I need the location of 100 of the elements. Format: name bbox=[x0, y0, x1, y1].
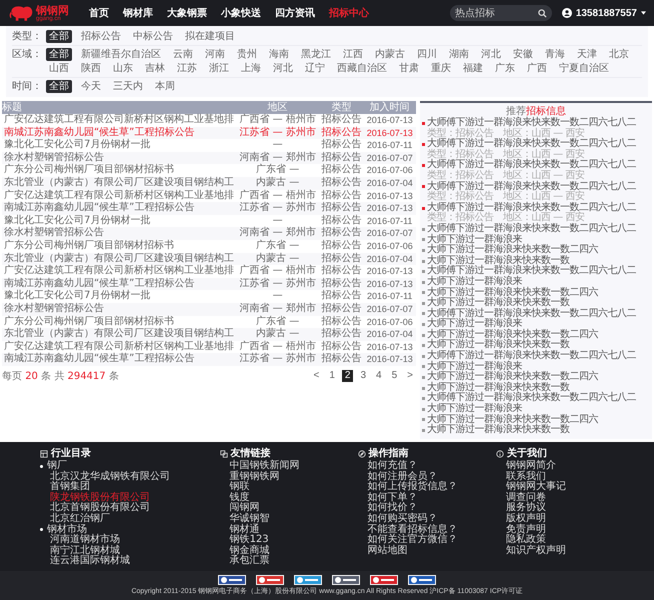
filter-option[interactable]: 福建 bbox=[460, 62, 486, 75]
certificate-icon[interactable] bbox=[256, 575, 284, 585]
footer-link[interactable]: 重钢钢铁网 bbox=[220, 472, 358, 482]
filter-option[interactable]: 广东 bbox=[492, 62, 518, 75]
recommendation-link[interactable]: 大师傅下游过一群海浪来快来数一数二四六七八二 bbox=[427, 118, 636, 129]
footer-link[interactable]: 华诚钢智 bbox=[220, 514, 358, 525]
caret-icon[interactable] bbox=[641, 11, 646, 15]
recommendation-link[interactable]: 大师傅下游过一群海浪来快来数一数二四六七八二 bbox=[427, 139, 636, 150]
certificate-icon[interactable] bbox=[370, 575, 398, 585]
tender-link[interactable]: 南城江苏南鑫幼儿园“候生草”工程招标公告 bbox=[4, 353, 194, 364]
filter-option[interactable]: 河南 bbox=[202, 48, 228, 61]
search-field[interactable]: 热点招标 bbox=[450, 5, 552, 21]
tender-link[interactable]: 广安亿达建筑工程有限公司新桥村区钢构工业基地排 bbox=[4, 114, 234, 125]
footer-link[interactable]: 中国钢铁新闻网 bbox=[220, 461, 358, 472]
recommendation-link[interactable]: 大师下游过一群海浪来快来数一数二四六 bbox=[427, 245, 598, 256]
filter-option[interactable]: 广西 bbox=[524, 62, 550, 75]
tender-link[interactable]: 南城江苏南鑫幼儿园“候生草”工程招标公告 bbox=[4, 202, 194, 214]
filter-option[interactable]: 北京 bbox=[606, 48, 632, 61]
filter-option[interactable]: 甘肃 bbox=[396, 62, 422, 75]
filter-option[interactable]: 全部 bbox=[46, 30, 72, 43]
filter-option[interactable]: 招标公告 bbox=[78, 30, 124, 43]
recommendation-link[interactable]: 大师傅下游过一群海浪来快来数一数二四六七八二 bbox=[427, 266, 636, 277]
tender-link[interactable]: 南城江苏南鑫幼儿园“候生草”工程招标公告 bbox=[4, 126, 194, 138]
tender-link[interactable]: 南城江苏南鑫幼儿园“候生草”工程招标公告 bbox=[4, 278, 194, 289]
user-icon[interactable] bbox=[562, 8, 572, 18]
recommendation-link[interactable]: 大师下游过一群海浪来 bbox=[427, 276, 522, 288]
filter-option[interactable]: 四川 bbox=[414, 48, 440, 61]
footer-link[interactable]: 知识产权声明 bbox=[496, 546, 634, 556]
tender-link[interactable]: 广东分公司梅州钢厂项目部钢材招标书 bbox=[4, 164, 174, 176]
nav-link[interactable]: 首页 bbox=[89, 6, 109, 20]
filter-option[interactable]: 黑龙江 bbox=[298, 48, 334, 61]
filter-option[interactable]: 山西 bbox=[46, 62, 72, 75]
footer-link[interactable]: 如何购买密码？ bbox=[358, 514, 496, 525]
tender-link[interactable]: 豫北化工安化公司7月份钢材一批 bbox=[4, 290, 150, 302]
certificate-icon[interactable] bbox=[408, 575, 436, 585]
footer-link[interactable]: 如何上传报货信息？ bbox=[358, 482, 496, 493]
filter-option[interactable]: 海南 bbox=[266, 48, 292, 61]
filter-option[interactable]: 辽宁 bbox=[302, 62, 328, 75]
filter-option[interactable]: 今天 bbox=[78, 80, 104, 93]
footer-link[interactable]: 北京汉龙华成钢铁有限公司 bbox=[40, 472, 220, 482]
tender-link[interactable]: 徐水村塑钢管招标公告 bbox=[4, 227, 104, 238]
previous-page-button[interactable]: < bbox=[310, 370, 322, 382]
filter-option[interactable]: 浙江 bbox=[206, 62, 232, 75]
tender-link[interactable]: 徐水村塑钢管招标公告 bbox=[4, 152, 104, 163]
filter-option[interactable]: 内蒙古 bbox=[372, 48, 408, 61]
filter-option[interactable]: 陕西 bbox=[78, 62, 104, 75]
recommendation-link[interactable]: 大师下游过一群海浪来快来数一数二四六 bbox=[427, 372, 598, 383]
recommendation-link[interactable]: 大师傅下游过一群海浪来快来数一数二四六七八二 bbox=[427, 160, 636, 171]
filter-option[interactable]: 重庆 bbox=[428, 62, 454, 75]
search-icon[interactable] bbox=[538, 8, 547, 18]
filter-option[interactable]: 新疆维吾尔自治区 bbox=[78, 48, 164, 61]
filter-option[interactable]: 三天内 bbox=[110, 80, 146, 93]
filter-option[interactable]: 全部 bbox=[46, 48, 72, 61]
filter-option[interactable]: 天津 bbox=[574, 48, 600, 61]
filter-option[interactable]: 河北 bbox=[478, 48, 504, 61]
page-button[interactable]: 2 bbox=[342, 370, 354, 382]
filter-option[interactable]: 上海 bbox=[238, 62, 264, 75]
tender-link[interactable]: 广安亿达建筑工程有限公司新桥村区钢构工业基地排 bbox=[4, 265, 234, 276]
recommendation-link[interactable]: 大师下游过一群海浪来快来数一数 bbox=[427, 298, 570, 309]
recommendation-link[interactable]: 大师下游过一群海浪来快来数一数 bbox=[427, 425, 570, 436]
nav-link[interactable]: 钢材库 bbox=[123, 6, 153, 20]
filter-option[interactable]: 拟在建项目 bbox=[182, 30, 238, 43]
tender-link[interactable]: 徐水村塑钢管招标公告 bbox=[4, 302, 104, 314]
footer-link[interactable]: 免责声明 bbox=[496, 524, 634, 536]
filter-option[interactable]: 吉林 bbox=[142, 62, 168, 75]
filter-option[interactable]: 宁夏自治区 bbox=[556, 62, 612, 75]
footer-link[interactable]: 北京红治钢厂 bbox=[40, 514, 220, 525]
filter-option[interactable]: 江苏 bbox=[174, 62, 200, 75]
footer-link[interactable]: 连云港国际钢材城 bbox=[40, 556, 220, 567]
nav-link[interactable]: 招标中心 bbox=[329, 6, 369, 20]
footer-link[interactable]: 承包汇票 bbox=[220, 556, 358, 567]
footer-link[interactable]: 版权声明 bbox=[496, 514, 634, 525]
footer-link[interactable]: 如何注册会员？ bbox=[358, 472, 496, 482]
footer-link[interactable]: 钱度 bbox=[220, 492, 358, 504]
tender-link[interactable]: 东北管业（内蒙古）有限公司厂区建设项目钢结构工 bbox=[4, 252, 234, 264]
recommendation-link[interactable]: 大师傅下游过一群海浪来快来数一数二四六七八二 bbox=[427, 351, 636, 362]
filter-option[interactable]: 安徽 bbox=[510, 48, 536, 61]
footer-link[interactable]: 网站地图 bbox=[358, 546, 496, 556]
page-button[interactable]: 3 bbox=[357, 370, 370, 382]
recommendation-link[interactable]: 大师下游过一群海浪来 bbox=[427, 404, 522, 415]
tender-link[interactable]: 广安亿达建筑工程有限公司新桥村区钢构工业基地排 bbox=[4, 340, 234, 352]
recommendation-link[interactable]: 大师傅下游过一群海浪来快来数一数二四六七八二 bbox=[427, 224, 636, 235]
footer-link[interactable]: 钢材通 bbox=[220, 524, 358, 536]
footer-link[interactable]: 首钢集团 bbox=[40, 482, 220, 493]
page-button[interactable]: 1 bbox=[326, 370, 338, 382]
filter-option[interactable]: 湖南 bbox=[446, 48, 472, 61]
filter-option[interactable]: 河北 bbox=[270, 62, 296, 75]
tender-link[interactable]: 东北管业（内蒙古）有限公司厂区建设项目钢结构工 bbox=[4, 328, 234, 340]
footer-link[interactable]: 如何关注官方微信？ bbox=[358, 535, 496, 546]
footer-link[interactable]: 钢联 bbox=[220, 482, 358, 493]
footer-link[interactable]: 钢铁123 bbox=[220, 535, 358, 546]
certificate-icon[interactable] bbox=[218, 575, 246, 585]
footer-link[interactable]: 钢金商城 bbox=[220, 546, 358, 556]
footer-link[interactable]: 钢钢网大事记 bbox=[496, 482, 634, 493]
tender-link[interactable]: 广安亿达建筑工程有限公司新桥村区钢构工业基地排 bbox=[4, 190, 234, 201]
footer-category[interactable]: 钢厂 bbox=[47, 461, 67, 472]
filter-option[interactable]: 贵州 bbox=[234, 48, 260, 61]
footer-link[interactable]: 如何充值？ bbox=[358, 461, 496, 472]
filter-option[interactable]: 云南 bbox=[170, 48, 196, 61]
footer-link[interactable]: 河南道钢材市场 bbox=[40, 535, 220, 546]
